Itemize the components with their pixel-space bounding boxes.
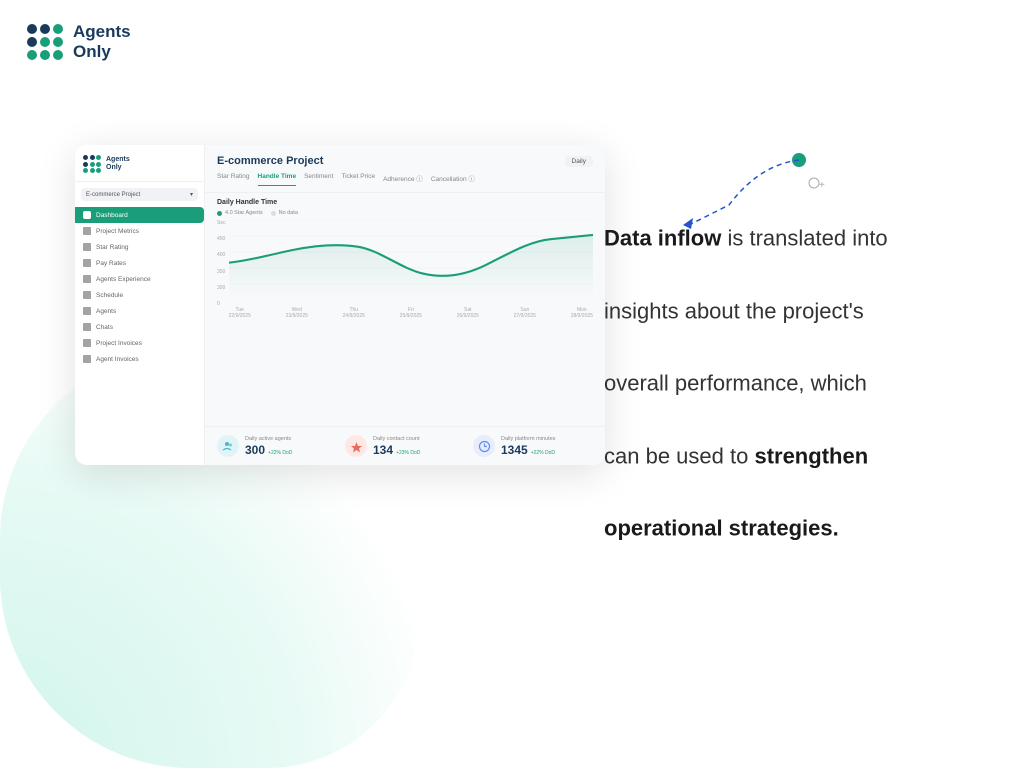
mock-main-panel: E-commerce Project Daily Star Rating Han… bbox=[205, 145, 605, 465]
mock-nav-pay[interactable]: Pay Rates bbox=[75, 255, 204, 271]
mock-stat-contacts: Daily contact count 134 +23% DoD bbox=[345, 435, 465, 457]
mock-stat-minutes: Daily platform minutes 1345 +22% DoD bbox=[473, 435, 593, 457]
mock-sidebar: AgentsOnly E-commerce Project ▾ Dashboar… bbox=[75, 145, 205, 465]
mock-tabs: Star Rating Handle Time Sentiment Ticket… bbox=[205, 173, 605, 193]
dashboard-mockup: AgentsOnly E-commerce Project ▾ Dashboar… bbox=[75, 145, 605, 465]
mock-chart-title: Daily Handle Time bbox=[217, 199, 593, 206]
mock-stat-agents: Daily active agents 300 +22% DoD bbox=[217, 435, 337, 457]
stat-minutes-icon bbox=[473, 435, 495, 457]
mock-main-header: E-commerce Project Daily bbox=[205, 145, 605, 173]
mock-chart-area: Daily Handle Time 4.0 Star Agents No dat… bbox=[205, 193, 605, 426]
mock-nav-experience[interactable]: Agents Experience bbox=[75, 271, 204, 287]
stat-agents-change: +22% DoD bbox=[268, 450, 292, 456]
mock-project-select[interactable]: E-commerce Project ▾ bbox=[81, 188, 198, 201]
mock-nav-chats[interactable]: Chats bbox=[75, 319, 204, 335]
stat-minutes-value: 1345 bbox=[501, 443, 528, 457]
mock-tab-sentiment[interactable]: Sentiment bbox=[304, 173, 333, 186]
stat-minutes-label: Daily platform minutes bbox=[501, 436, 555, 442]
tagline-regular-3: overall performance, which bbox=[604, 371, 867, 396]
mock-nav-agents[interactable]: Agents bbox=[75, 303, 204, 319]
tagline-regular-4: can be used to bbox=[604, 443, 754, 468]
tagline-bold-1: Data inflow bbox=[604, 226, 721, 251]
tagline-bold-2: strengthen bbox=[754, 443, 868, 468]
mock-tab-ticket[interactable]: Ticket Price bbox=[341, 173, 375, 186]
mock-tab-handle[interactable]: Handle Time bbox=[258, 173, 297, 186]
stat-agents-value: 300 bbox=[245, 443, 265, 457]
tagline-text: Data inflow is translated into insights … bbox=[604, 221, 964, 548]
stat-contacts-label: Daily contact count bbox=[373, 436, 420, 442]
mock-tab-adherence[interactable]: Adherence ⓘ bbox=[383, 173, 423, 186]
brand-name: Agents Only bbox=[73, 22, 131, 63]
mock-nav-star[interactable]: Star Rating bbox=[75, 239, 204, 255]
legend-nodata: No data bbox=[271, 210, 298, 216]
chart-svg bbox=[229, 220, 593, 300]
mock-nav-metrics[interactable]: Project Metrics bbox=[75, 223, 204, 239]
mock-tab-cancellation[interactable]: Cancellation ⓘ bbox=[431, 173, 475, 186]
mock-nav-dashboard[interactable]: Dashboard bbox=[75, 207, 204, 223]
mock-nav-agent-invoices[interactable]: Agent Invoices bbox=[75, 351, 204, 367]
stat-contacts-value: 134 bbox=[373, 443, 393, 457]
tagline-regular-1: is translated into bbox=[727, 226, 887, 251]
mock-stats-row: Daily active agents 300 +22% DoD Daily c… bbox=[205, 426, 605, 465]
stat-contacts-change: +23% DoD bbox=[396, 450, 420, 456]
stat-minutes-change: +22% DoD bbox=[531, 450, 555, 456]
tagline-bold-3: operational strategies. bbox=[604, 516, 839, 541]
tagline-regular-2: insights about the project's bbox=[604, 298, 864, 323]
stat-agents-label: Daily active agents bbox=[245, 436, 292, 442]
dashboard-mockup-container: AgentsOnly E-commerce Project ▾ Dashboar… bbox=[75, 145, 605, 465]
mock-tab-star[interactable]: Star Rating bbox=[217, 173, 250, 186]
mock-page-title: E-commerce Project bbox=[217, 155, 323, 167]
logo-icon bbox=[27, 24, 63, 60]
header: Agents Only bbox=[27, 22, 131, 63]
mock-daily-button[interactable]: Daily bbox=[565, 156, 593, 167]
mock-nav-schedule[interactable]: Schedule bbox=[75, 287, 204, 303]
svg-text:+: + bbox=[819, 180, 825, 191]
tagline-block: Data inflow is translated into insights … bbox=[604, 221, 964, 548]
mock-nav-project-invoices[interactable]: Project Invoices bbox=[75, 335, 204, 351]
mock-logo: AgentsOnly bbox=[75, 155, 204, 182]
stat-contacts-icon bbox=[345, 435, 367, 457]
legend-agents: 4.0 Star Agents bbox=[217, 210, 263, 216]
mock-chart-legend: 4.0 Star Agents No data bbox=[217, 210, 593, 216]
stat-agents-icon bbox=[217, 435, 239, 457]
